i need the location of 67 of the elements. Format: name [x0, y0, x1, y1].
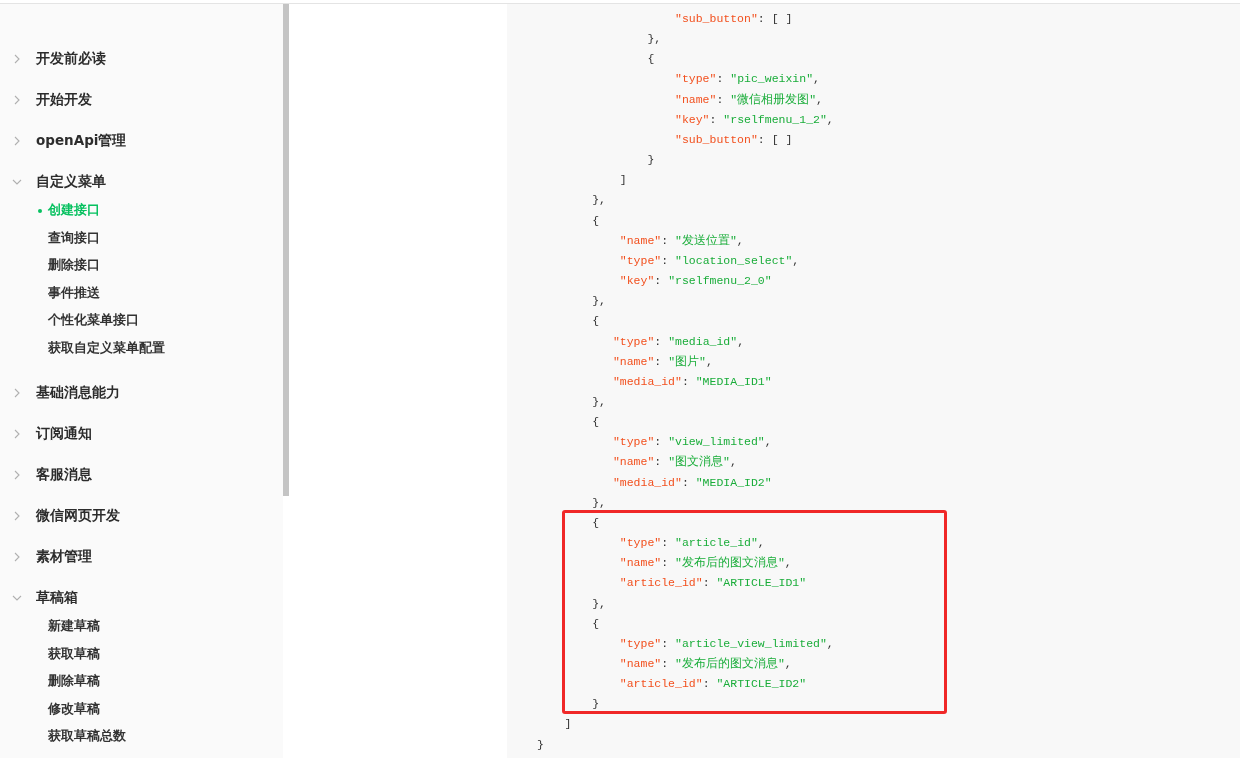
code-line: "key": "rselfmenu_2_0"	[619, 274, 772, 288]
code-line: "name": "发布后的图文消息",	[619, 556, 792, 570]
nav-item[interactable]: 开发前必读	[0, 38, 283, 79]
nav-subitem[interactable]: 新建草稿	[48, 618, 100, 636]
nav-item[interactable]: 基础消息能力	[0, 372, 283, 413]
code-line: {	[592, 616, 600, 630]
code-line: },	[592, 193, 606, 207]
nav-subitem[interactable]: 修改草稿	[48, 700, 100, 718]
code-line: "type": "article_view_limited",	[619, 636, 834, 650]
code-line: },	[592, 394, 606, 408]
nav-item[interactable]: 自定义菜单	[0, 161, 283, 202]
code-line: {	[592, 415, 600, 429]
code-line: "type": "location_select",	[619, 253, 800, 267]
code-line: "article_id": "ARTICLE_ID1"	[619, 576, 807, 590]
code-line: "name": "图文消息",	[612, 455, 737, 469]
chevron-icon	[12, 94, 22, 105]
code-line: },	[592, 495, 606, 509]
code-line: {	[592, 314, 600, 328]
code-line: }	[537, 737, 544, 751]
code-line: ]	[564, 717, 572, 731]
code-line: {	[592, 515, 600, 529]
chevron-icon	[12, 510, 22, 521]
code-line: ]	[619, 173, 627, 187]
code-line: "article_id": "ARTICLE_ID2"	[619, 677, 807, 691]
code-line: "type": "view_limited",	[612, 435, 772, 449]
code-line: {	[647, 52, 655, 66]
nav-item[interactable]: 订阅通知	[0, 413, 283, 454]
bullet-icon	[38, 209, 42, 213]
code-line: "type": "media_id",	[612, 334, 745, 348]
nav-subitem[interactable]: 获取草稿	[48, 645, 100, 663]
code-line: "type": "pic_weixin",	[675, 72, 820, 86]
code-line: },	[592, 294, 606, 308]
nav-item[interactable]: 客服消息	[0, 454, 283, 495]
nav-subitem[interactable]: 获取草稿总数	[48, 728, 126, 746]
code-line: "media_id": "MEDIA_ID1"	[612, 374, 772, 388]
nav-item[interactable]: 微信网页开发	[0, 495, 283, 536]
nav-subitem[interactable]: 查询接口	[48, 229, 100, 247]
scrollbar[interactable]	[283, 4, 289, 496]
nav-item[interactable]: 开始开发	[0, 79, 283, 120]
nav-item[interactable]: 素材管理	[0, 536, 283, 577]
code-line: "sub_button": [ ]	[675, 132, 793, 146]
code-line: "sub_button": [ ]	[675, 12, 793, 25]
code-line: }	[647, 153, 655, 167]
chevron-icon	[12, 469, 22, 480]
code-line: "name": "发送位置",	[619, 233, 744, 247]
chevron-icon	[12, 428, 22, 439]
code-line: }	[592, 697, 600, 711]
nav-subitem[interactable]: 删除接口	[48, 257, 100, 275]
code-line: "name": "发布后的图文消息",	[619, 657, 792, 670]
chevron-icon	[12, 551, 22, 562]
code-line: },	[592, 596, 606, 610]
chevron-icon	[12, 135, 22, 146]
chevron-icon	[12, 387, 22, 398]
nav-subitem[interactable]: 事件推送	[48, 284, 100, 302]
code-line: "type": "article_id",	[619, 536, 765, 550]
nav-item[interactable]: openApi管理	[0, 120, 283, 161]
nav-subitem[interactable]: 删除草稿	[48, 673, 100, 691]
code-line: "media_id": "MEDIA_ID2"	[612, 475, 772, 489]
code-line: {	[592, 213, 600, 227]
nav-subitem[interactable]: 个性化菜单接口	[48, 312, 139, 330]
code-line: },	[647, 32, 662, 46]
code-line: "key": "rselfmenu_1_2",	[675, 112, 834, 126]
chevron-icon	[12, 53, 22, 64]
code-line: "name": "图片",	[612, 354, 713, 368]
nav-subitem[interactable]: 获取自定义菜单配置	[48, 339, 165, 357]
code-line: "name": "微信相册发图",	[675, 92, 823, 106]
nav-item[interactable]: 草稿箱	[0, 577, 283, 618]
